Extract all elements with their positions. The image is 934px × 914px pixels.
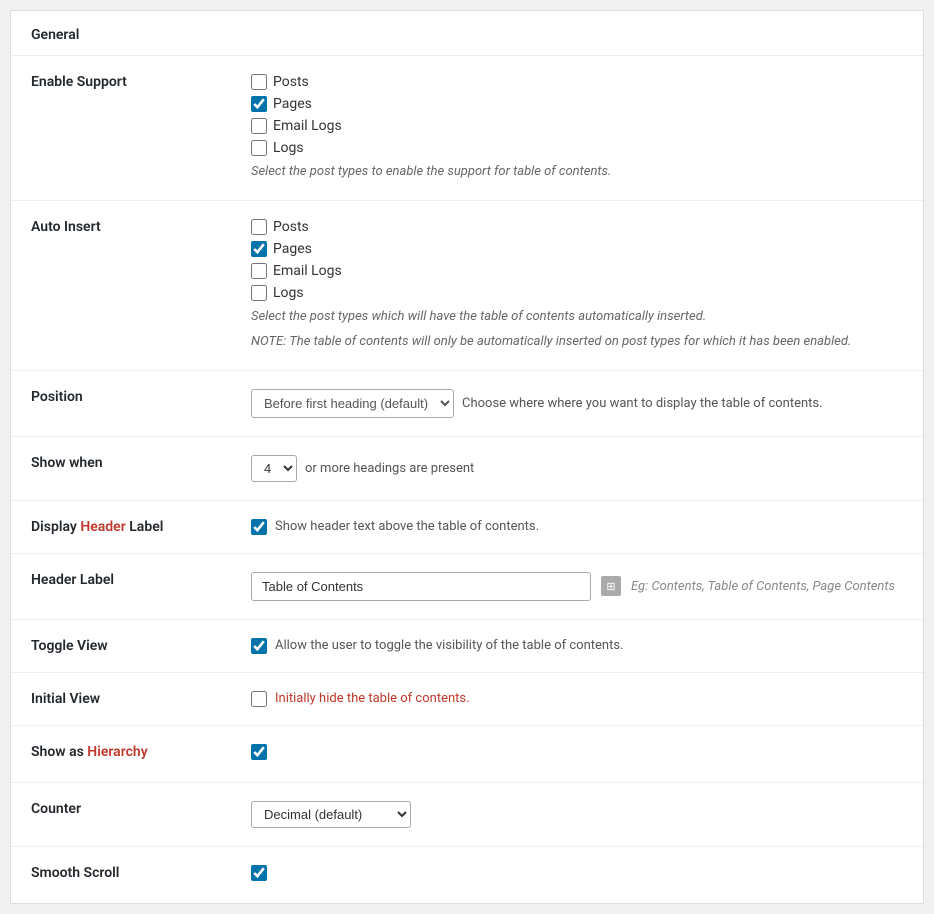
- header-icon: ⊞: [601, 576, 621, 596]
- smooth-scroll-checkbox[interactable]: [251, 865, 267, 881]
- position-description: Choose where where you want to display t…: [462, 396, 823, 411]
- enable-support-label: Enable Support: [11, 56, 231, 200]
- show-as-hierarchy-label: Show as Hierarchy: [11, 725, 231, 782]
- enable-logs-label[interactable]: Logs: [273, 140, 304, 156]
- auto-insert-row: Auto Insert Posts Pages Email Logs Logs: [11, 200, 923, 370]
- display-header-checkbox-row: Show header text above the table of cont…: [251, 519, 903, 535]
- header-label-value: ⊞ Eg: Contents, Table of Contents, Page …: [231, 553, 923, 619]
- enable-emaillogs-row: Email Logs: [251, 118, 903, 134]
- header-label-cell: Header Label: [11, 553, 231, 619]
- enable-logs-row: Logs: [251, 140, 903, 156]
- counter-row: Counter None Decimal (default) Decimal l…: [11, 782, 923, 846]
- display-header-label-desc[interactable]: Show header text above the table of cont…: [275, 519, 539, 534]
- ai-posts-row: Posts: [251, 219, 903, 235]
- auto-insert-label: Auto Insert: [11, 200, 231, 370]
- initial-view-checkbox[interactable]: [251, 691, 267, 707]
- display-header-label-cell: Display Header Label: [11, 500, 231, 553]
- header-highlight: Header: [80, 519, 125, 535]
- settings-container: General Enable Support Posts Pages Email…: [10, 10, 924, 904]
- show-when-count-select[interactable]: 1234 5678: [251, 455, 297, 482]
- position-row: Position Before first heading (default) …: [11, 370, 923, 436]
- position-value: Before first heading (default) After fir…: [231, 370, 923, 436]
- show-when-label: Show when: [11, 436, 231, 500]
- counter-value: None Decimal (default) Decimal leading z…: [231, 782, 923, 846]
- position-label: Position: [11, 370, 231, 436]
- hierarchy-highlight: Hierarchy: [87, 744, 147, 760]
- show-as-hierarchy-checkbox[interactable]: [251, 744, 267, 760]
- show-when-row: Show when 1234 5678 or more headings are…: [11, 436, 923, 500]
- enable-support-help: Select the post types to enable the supp…: [251, 162, 903, 182]
- show-as-hierarchy-value: [231, 725, 923, 782]
- settings-table: Enable Support Posts Pages Email Logs Lo…: [11, 56, 923, 903]
- ai-emaillogs-label[interactable]: Email Logs: [273, 263, 342, 279]
- section-title: General: [11, 11, 923, 56]
- header-label-row: Header Label ⊞ Eg: Contents, Table of Co…: [11, 553, 923, 619]
- enable-posts-label[interactable]: Posts: [273, 74, 309, 90]
- ai-emaillogs-checkbox[interactable]: [251, 263, 267, 279]
- show-when-suffix: or more headings are present: [305, 461, 474, 476]
- header-label-input-row: ⊞ Eg: Contents, Table of Contents, Page …: [251, 572, 903, 601]
- ai-logs-checkbox[interactable]: [251, 285, 267, 301]
- enable-support-value: Posts Pages Email Logs Logs Select the p…: [231, 56, 923, 200]
- toggle-view-row: Toggle View Allow the user to toggle the…: [11, 619, 923, 672]
- auto-insert-help1: Select the post types which will have th…: [251, 307, 903, 327]
- auto-insert-help2: NOTE: The table of contents will only be…: [251, 332, 903, 352]
- header-label-input[interactable]: [251, 572, 591, 601]
- ai-pages-label[interactable]: Pages: [273, 241, 312, 257]
- display-header-label-text: Display Header Label: [31, 519, 163, 535]
- initial-view-row: Initial View Initially hide the table of…: [11, 672, 923, 725]
- toggle-view-checkbox-row: Allow the user to toggle the visibility …: [251, 638, 903, 654]
- initial-view-desc[interactable]: Initially hide the table of contents.: [275, 691, 470, 706]
- enable-logs-checkbox[interactable]: [251, 140, 267, 156]
- enable-pages-row: Pages: [251, 96, 903, 112]
- toggle-view-desc[interactable]: Allow the user to toggle the visibility …: [275, 638, 623, 653]
- enable-posts-checkbox[interactable]: [251, 74, 267, 90]
- toggle-view-checkbox[interactable]: [251, 638, 267, 654]
- show-as-hierarchy-row: Show as Hierarchy: [11, 725, 923, 782]
- ai-pages-row: Pages: [251, 241, 903, 257]
- counter-label-text: Counter: [31, 801, 81, 817]
- auto-insert-value: Posts Pages Email Logs Logs Select the p…: [231, 200, 923, 370]
- ai-posts-label[interactable]: Posts: [273, 219, 309, 235]
- initial-view-label-text: Initial View: [31, 691, 100, 707]
- ai-emaillogs-row: Email Logs: [251, 263, 903, 279]
- enable-posts-row: Posts: [251, 74, 903, 90]
- header-label-example: Eg: Contents, Table of Contents, Page Co…: [631, 579, 895, 594]
- position-inline: Before first heading (default) After fir…: [251, 389, 903, 418]
- display-header-label-row: Display Header Label Show header text ab…: [11, 500, 923, 553]
- toggle-view-value: Allow the user to toggle the visibility …: [231, 619, 923, 672]
- counter-select[interactable]: None Decimal (default) Decimal leading z…: [251, 801, 411, 828]
- enable-emaillogs-checkbox[interactable]: [251, 118, 267, 134]
- initial-view-label: Initial View: [11, 672, 231, 725]
- position-select[interactable]: Before first heading (default) After fir…: [251, 389, 454, 418]
- enable-pages-checkbox[interactable]: [251, 96, 267, 112]
- enable-emaillogs-label[interactable]: Email Logs: [273, 118, 342, 134]
- initial-view-checkbox-row: Initially hide the table of contents.: [251, 691, 903, 707]
- display-header-value: Show header text above the table of cont…: [231, 500, 923, 553]
- counter-label: Counter: [11, 782, 231, 846]
- smooth-scroll-label: Smooth Scroll: [11, 846, 231, 903]
- ai-pages-checkbox[interactable]: [251, 241, 267, 257]
- smooth-scroll-row: Smooth Scroll: [11, 846, 923, 903]
- toggle-view-label: Toggle View: [11, 619, 231, 672]
- enable-support-row: Enable Support Posts Pages Email Logs Lo…: [11, 56, 923, 200]
- ai-logs-label[interactable]: Logs: [273, 285, 304, 301]
- smooth-scroll-value: [231, 846, 923, 903]
- display-header-label-checkbox[interactable]: [251, 519, 267, 535]
- show-when-value: 1234 5678 or more headings are present: [231, 436, 923, 500]
- show-when-inline: 1234 5678 or more headings are present: [251, 455, 903, 482]
- ai-posts-checkbox[interactable]: [251, 219, 267, 235]
- ai-logs-row: Logs: [251, 285, 903, 301]
- initial-view-value: Initially hide the table of contents.: [231, 672, 923, 725]
- enable-pages-label[interactable]: Pages: [273, 96, 312, 112]
